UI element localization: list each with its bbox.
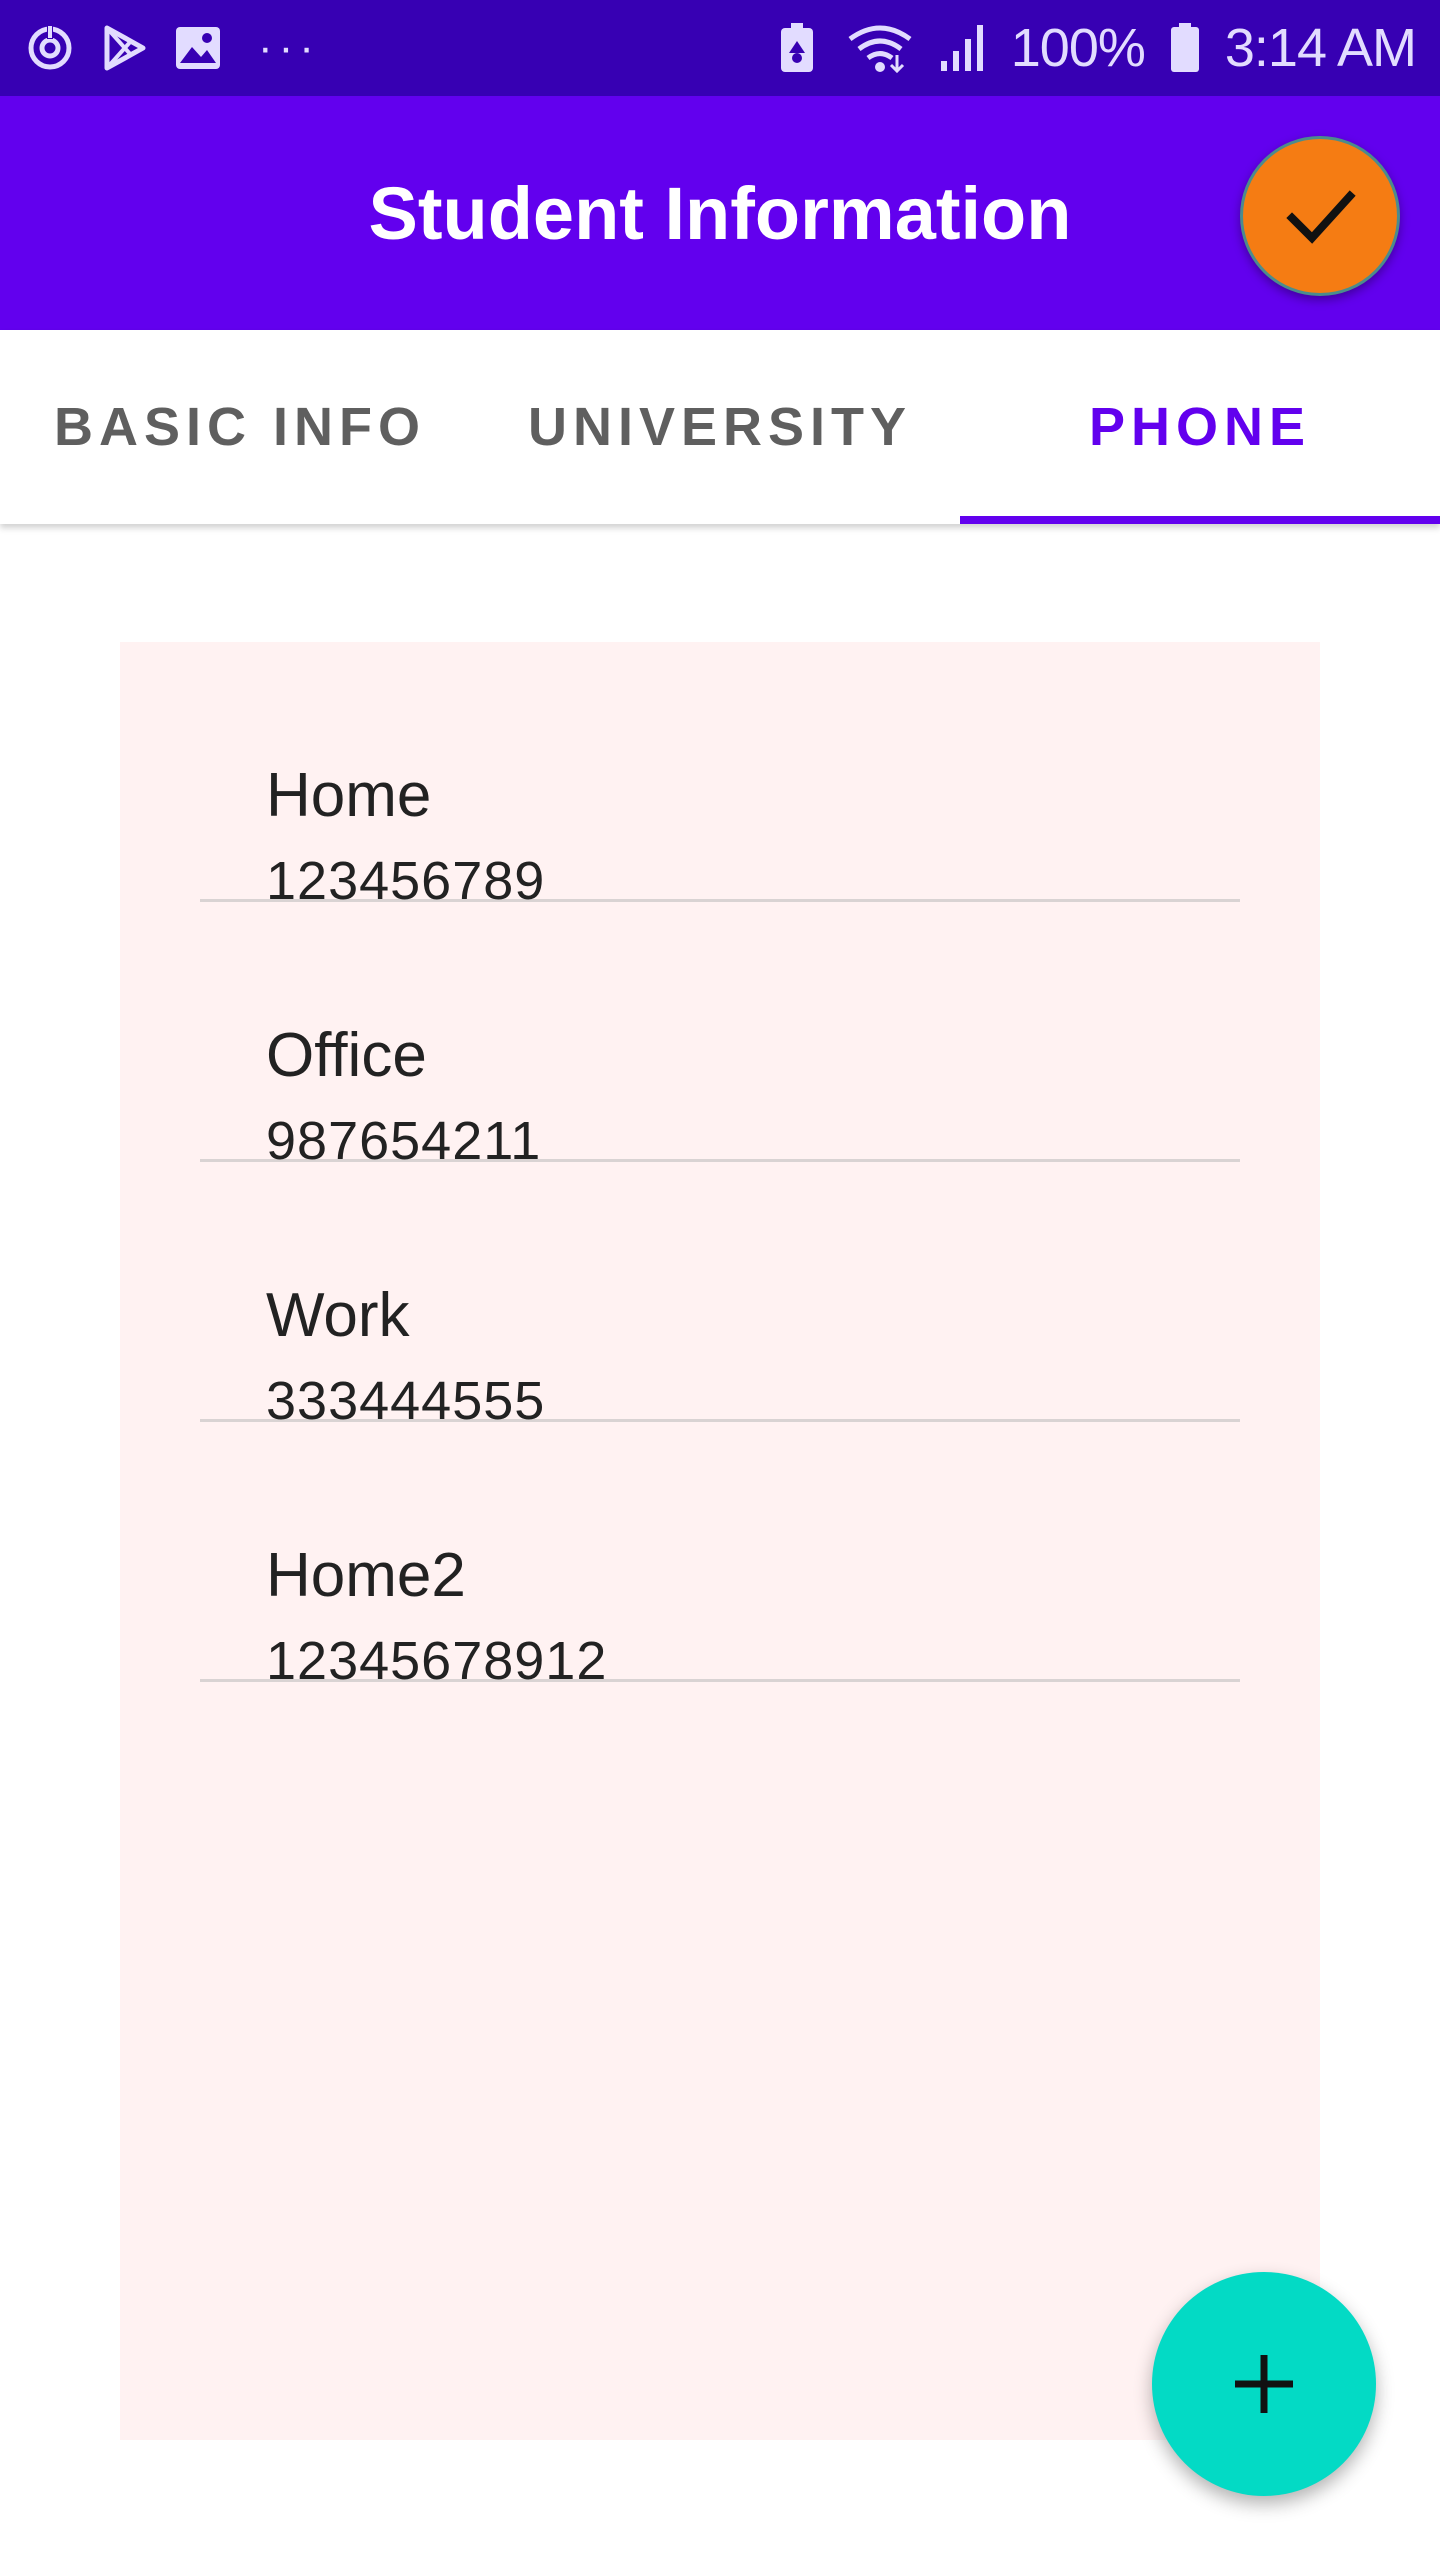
page-title: Student Information — [368, 171, 1072, 255]
status-left: ··· — [24, 22, 320, 74]
clock: 3:14 AM — [1224, 18, 1417, 78]
wifi-icon — [845, 22, 915, 74]
phone-label: Home2 — [266, 1541, 466, 1610]
add-phone-button[interactable] — [1152, 2272, 1376, 2496]
phone-label: Office — [266, 1021, 427, 1090]
sync-icon — [24, 22, 76, 74]
list-item[interactable]: Office 987654211 — [200, 902, 1240, 1171]
tab-basic-info[interactable]: BASIC INFO — [0, 330, 480, 524]
plus-icon — [1235, 2355, 1293, 2413]
battery-percent: 100% — [1010, 18, 1146, 78]
tab-university[interactable]: UNIVERSITY — [480, 330, 960, 524]
gallery-icon — [172, 22, 224, 74]
list-item[interactable]: Work 333444555 — [200, 1162, 1240, 1431]
phone-label: Home — [266, 761, 432, 830]
more-dots-icon: ··· — [258, 23, 320, 72]
tab-phone[interactable]: PHONE — [960, 330, 1440, 524]
phone-list-card: Home 123456789 Office 987654211 Work 333… — [120, 642, 1320, 2440]
battery-saver-icon — [771, 22, 823, 74]
save-button[interactable] — [1240, 136, 1400, 296]
check-icon — [1286, 190, 1356, 244]
list-item[interactable]: Home2 12345678912 — [200, 1422, 1240, 1691]
status-bar: ··· 100% 3:14 AM — [0, 0, 1440, 96]
status-right: 100% 3:14 AM — [771, 17, 1417, 79]
tab-bar: BASIC INFO UNIVERSITY PHONE — [0, 330, 1440, 524]
phone-label: Work — [266, 1281, 410, 1350]
phone-number: 12345678912 — [266, 1631, 608, 1691]
list-item[interactable]: Home 123456789 — [200, 642, 1240, 911]
play-store-icon — [98, 22, 150, 74]
signal-icon — [937, 22, 989, 74]
battery-icon — [1167, 22, 1203, 74]
app-bar: Student Information — [0, 96, 1440, 330]
